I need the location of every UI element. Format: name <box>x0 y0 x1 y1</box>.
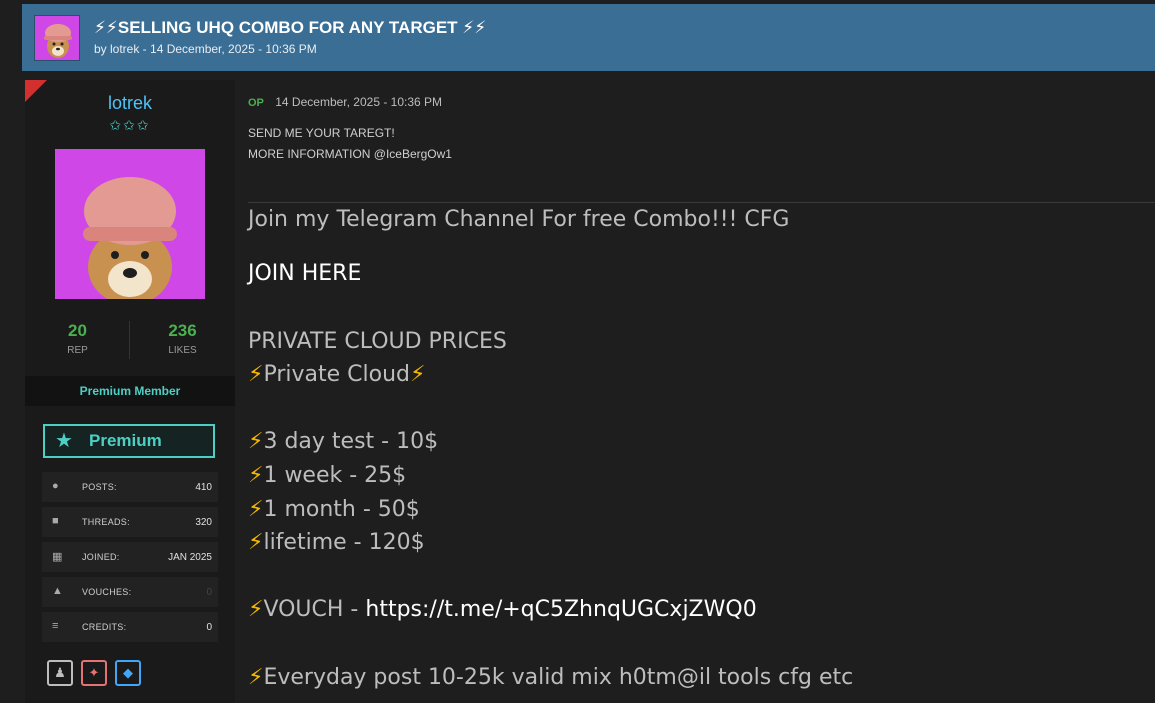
likes-stat: 236 LIKES <box>130 321 235 356</box>
lightning-icon: ⚡ <box>248 665 264 690</box>
price-line: ⚡1 week - 25$ <box>248 463 406 488</box>
price-text: lifetime - 120$ <box>263 530 425 555</box>
likes-value: 236 <box>168 321 197 340</box>
info-row-vouches: ▲ VOUCHES: 0 <box>42 577 218 607</box>
info-label: CREDITS: <box>82 622 127 632</box>
info-label: VOUCHES: <box>82 587 132 597</box>
price-text: 3 day test - 10$ <box>263 429 439 454</box>
info-row-credits: ≡ CREDITS: 0 <box>42 612 218 642</box>
info-value: 410 <box>195 482 212 493</box>
rank-stars-icon: ✩✩✩ <box>109 117 151 133</box>
info-value: JAN 2025 <box>168 552 212 563</box>
op-badge: OP <box>248 97 264 109</box>
everyday-text: Everyday post 10-25k valid mix h0tm@il t… <box>263 665 854 690</box>
join-here-link[interactable]: JOIN HERE <box>248 261 361 286</box>
post-text-line: MORE INFORMATION @IceBergOw1 <box>248 147 452 161</box>
telegram-line: Join my Telegram Channel For free Combo!… <box>248 207 790 232</box>
post-meta: OP 14 December, 2025 - 10:36 PM <box>248 95 442 109</box>
everyday-line: ⚡Everyday post 10-25k valid mix h0tm@il … <box>248 665 853 690</box>
vouch-label: VOUCH - <box>263 597 366 622</box>
lightning-icon: ⚡ <box>248 463 264 488</box>
thread-byline: by lotrek - 14 December, 2025 - 10:36 PM <box>94 42 317 56</box>
vouch-line: ⚡VOUCH - https://t.me/+qC5ZhnqUGCxjZWQ0 <box>248 597 757 622</box>
header-avatar[interactable] <box>34 15 80 61</box>
price-line: ⚡lifetime - 120$ <box>248 530 425 555</box>
lightning-icon: ⚡ <box>248 530 264 555</box>
price-line: ⚡1 month - 50$ <box>248 497 420 522</box>
user-avatar[interactable] <box>55 149 205 299</box>
likes-label: LIKES <box>168 345 197 356</box>
private-cloud-line: ⚡Private Cloud⚡ <box>248 362 425 387</box>
info-label: THREADS: <box>82 517 130 527</box>
info-label: POSTS: <box>82 482 117 492</box>
price-line: ⚡3 day test - 10$ <box>248 429 438 454</box>
thread-icon: ■ <box>52 515 59 527</box>
premium-badge-label: Premium <box>89 431 162 450</box>
award-ninja-icon[interactable]: ✦ <box>81 660 107 686</box>
lightning-icon: ⚡ <box>248 429 264 454</box>
star-icon: ★ <box>55 430 73 452</box>
rep-label: REP <box>67 345 88 356</box>
rep-stat: 20 REP <box>25 321 130 356</box>
prices-heading: PRIVATE CLOUD PRICES <box>248 329 507 354</box>
award-diamond-icon[interactable]: ◆ <box>115 660 141 686</box>
thread-title: ⚡⚡SELLING UHQ COMBO FOR ANY TARGET ⚡⚡ <box>94 18 487 37</box>
info-value: 320 <box>195 517 212 528</box>
premium-badge: ★ Premium <box>43 424 215 458</box>
info-value: 0 <box>206 587 212 598</box>
lightning-icon: ⚡ <box>248 362 264 387</box>
info-row-posts: ● POSTS: 410 <box>42 472 218 502</box>
post-text-line: SEND ME YOUR TAREGT! <box>248 126 395 140</box>
chat-icon: ● <box>52 480 59 492</box>
coins-icon: ≡ <box>52 620 59 632</box>
award-users-icon[interactable]: ♟ <box>47 660 73 686</box>
post-date[interactable]: 14 December, 2025 - 10:36 PM <box>275 95 442 109</box>
content-divider <box>248 202 1155 203</box>
private-cloud-text: Private Cloud <box>263 362 410 387</box>
vouch-link[interactable]: https://t.me/+qC5ZhnqUGCxjZWQ0 <box>365 597 756 622</box>
price-text: 1 week - 25$ <box>263 463 407 488</box>
rep-value: 20 <box>68 321 87 340</box>
info-row-joined: ▦ JOINED: JAN 2025 <box>42 542 218 572</box>
lightning-icon: ⚡ <box>248 497 264 522</box>
info-value: 0 <box>206 622 212 633</box>
calendar-icon: ▦ <box>52 551 63 563</box>
lightning-icon: ⚡ <box>410 362 426 387</box>
lightning-icon: ⚡ <box>248 597 264 622</box>
member-title: Premium Member <box>25 376 235 406</box>
info-label: JOINED: <box>82 552 120 562</box>
thumbs-up-icon: ▲ <box>52 585 63 597</box>
username[interactable]: lotrek <box>25 93 235 114</box>
thread-header: ⚡⚡SELLING UHQ COMBO FOR ANY TARGET ⚡⚡ by… <box>22 4 1155 71</box>
price-text: 1 month - 50$ <box>263 497 420 522</box>
info-row-threads: ■ THREADS: 320 <box>42 507 218 537</box>
user-sidebar: lotrek ✩✩✩ 20 REP 236 LIKES Premium Memb… <box>25 80 235 703</box>
